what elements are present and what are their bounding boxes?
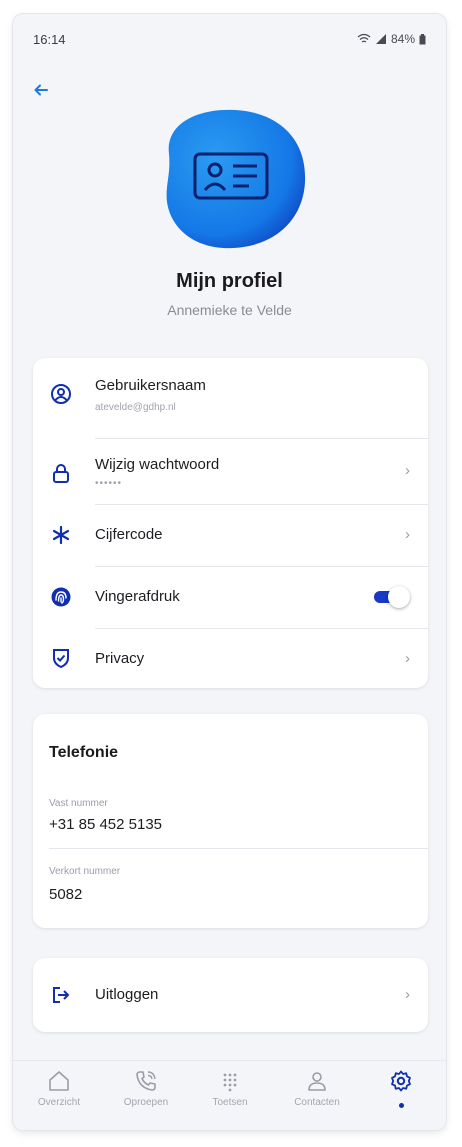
nav-label: Contacten [294,1097,340,1108]
logout-button[interactable]: Uitloggen › [33,958,428,1032]
telephony-card: Telefonie Vast nummer +31 85 452 5135 Ve… [33,714,428,928]
user-circle-icon [51,384,71,404]
person-icon [308,1072,326,1091]
chevron-right-icon: › [405,650,410,667]
home-icon [49,1071,69,1091]
change-password-label: Wijzig wachtwoord [95,456,220,473]
status-indicators: 84% [357,32,426,46]
wifi-icon [357,33,371,43]
change-password-row[interactable]: Wijzig wachtwoord •••••• › [33,438,428,504]
pincode-label: Cijfercode [95,526,163,543]
logout-label: Uitloggen [95,986,159,1003]
chevron-right-icon: › [405,526,410,543]
status-bar: 16:14 84% [13,14,446,64]
logout-card: Uitloggen › [33,958,428,1032]
dialpad-icon [223,1073,237,1092]
fingerprint-icon [51,587,71,607]
signal-icon [375,34,386,44]
fingerprint-row: Vingerafdruk [33,566,428,628]
nav-label: Overzicht [37,1097,81,1108]
back-button[interactable] [33,78,57,102]
battery-percent: 84% [390,32,415,46]
shield-check-icon [53,649,69,669]
nav-oproepen[interactable]: Oproepen [106,1069,186,1125]
id-card-icon [166,109,305,249]
bottom-navigation: Overzicht Oproepen Toetsen Contacten [13,1060,446,1130]
privacy-label: Privacy [95,650,145,667]
user-full-name: Annemieke te Velde [167,302,292,318]
short-number-value: 5082 [49,886,83,903]
fingerprint-label: Vingerafdruk [95,588,180,605]
pincode-row[interactable]: Cijfercode › [33,504,428,566]
fingerprint-toggle[interactable] [370,586,410,608]
nav-settings[interactable] [361,1069,441,1125]
logout-icon [53,987,69,1003]
fixed-number-label: Vast nummer [49,798,108,809]
page-title: Mijn profiel [176,270,283,292]
fixed-number-value: +31 85 452 5135 [49,816,163,833]
toggle-knob [388,586,410,608]
account-card: Gebruikersnaam atevelde@gdhp.nl Wijzig w… [33,358,428,688]
username-label: Gebruikersnaam [95,377,206,394]
password-mask: •••••• [95,478,123,489]
lock-icon [53,464,69,483]
back-arrow-icon [34,84,48,96]
gear-icon [391,1070,411,1092]
phone-icon [136,1071,156,1091]
chevron-right-icon: › [405,986,410,1003]
username-row: Gebruikersnaam atevelde@gdhp.nl [33,358,428,420]
divider [49,848,428,849]
status-time: 16:14 [33,31,66,47]
short-number-label: Verkort nummer [49,866,121,877]
profile-illustration [13,102,446,252]
chevron-right-icon: › [405,462,410,479]
nav-overzicht[interactable]: Overzicht [19,1069,99,1125]
privacy-row[interactable]: Privacy › [33,628,428,688]
username-value: atevelde@gdhp.nl [95,402,176,413]
phone-screen: 16:14 84% Mijn profiel Annemieke te Veld… [13,14,446,1130]
nav-label: Oproepen [123,1097,169,1108]
nav-toetsen[interactable]: Toetsen [190,1069,270,1125]
battery-icon [419,33,426,44]
nav-label: Toetsen [212,1097,248,1108]
section-title: Telefonie [49,744,119,761]
asterisk-icon [52,525,70,545]
active-indicator [399,1103,404,1108]
nav-contacten[interactable]: Contacten [277,1069,357,1125]
